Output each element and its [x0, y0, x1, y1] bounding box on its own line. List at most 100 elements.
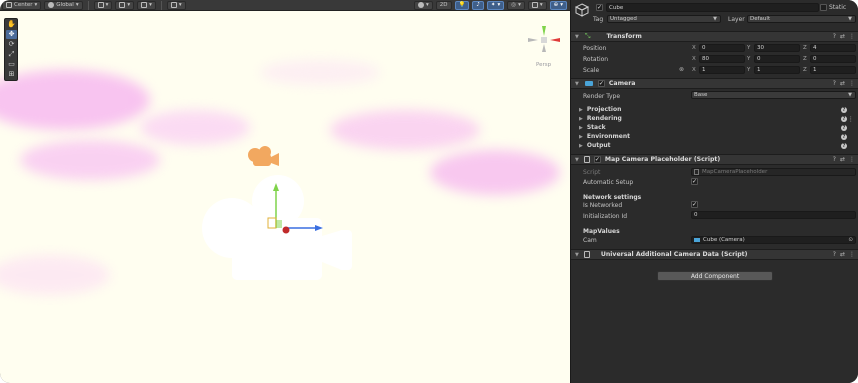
effects-toggle[interactable]: ✦ ▾	[486, 0, 505, 10]
shading-mode-button[interactable]: ▾	[414, 0, 433, 10]
move-gizmo[interactable]	[262, 180, 326, 236]
position-y-label[interactable]: Y	[747, 45, 750, 51]
more-menu-icon[interactable]: ⋮	[849, 33, 855, 40]
chevron-down-icon: ▼	[848, 16, 852, 22]
help-icon[interactable]: ?	[841, 106, 847, 113]
rect-icon: ▭	[8, 60, 15, 68]
camera-header[interactable]: ▼ ✓ Camera ? ⇄ ⋮	[571, 78, 858, 89]
position-y-field[interactable]: 30	[754, 44, 800, 52]
object-picker-icon[interactable]: ⊙	[848, 237, 853, 243]
preset-icon[interactable]: ⇄	[840, 80, 845, 87]
tag-dropdown[interactable]: Untagged ▼	[607, 15, 721, 23]
move-plane-handle[interactable]	[267, 217, 277, 229]
hand-tool-button[interactable]: ✋	[6, 20, 17, 29]
camera-enabled-checkbox[interactable]: ✓	[597, 80, 605, 87]
rect-tool-button[interactable]: ▭	[6, 60, 17, 69]
add-component-button[interactable]: Add Component	[657, 271, 773, 281]
rotation-z-field[interactable]: 0	[810, 55, 856, 63]
scale-y-label[interactable]: Y	[747, 67, 750, 73]
help-icon[interactable]: ?	[841, 124, 847, 131]
more-menu-icon[interactable]: ⋮	[849, 251, 855, 258]
rotation-y-label[interactable]: Y	[747, 56, 750, 62]
layer-dropdown[interactable]: Default ▼	[747, 15, 856, 23]
audio-toggle[interactable]: ♪	[472, 0, 484, 10]
cam-object-field[interactable]: Cube (Camera) ⊙	[691, 236, 856, 244]
position-x-label[interactable]: X	[692, 45, 696, 51]
scale-z-field[interactable]: 1	[810, 66, 856, 74]
snap-toggle-button[interactable]: ▾	[115, 0, 135, 10]
map-camera-placeholder-header[interactable]: ▼ ✓ Map Camera Placeholder (Script) ? ⇄ …	[571, 154, 858, 165]
help-icon[interactable]: ?	[841, 133, 847, 140]
scale-tool-button[interactable]: ⤢	[6, 50, 17, 59]
lighting-toggle[interactable]: 💡	[454, 0, 470, 10]
camera-section-environment[interactable]: ▶ Environment ?	[575, 132, 855, 141]
space-mode-dropdown[interactable]: Global ▾	[44, 0, 83, 10]
pivot-mode-dropdown[interactable]: Center ▾	[2, 0, 42, 10]
scale-x-label[interactable]: X	[692, 67, 696, 73]
gizmos-toggle[interactable]: ⊕ ▾	[549, 0, 567, 10]
object-active-checkbox[interactable]: ✓	[596, 4, 603, 11]
scale-z-label[interactable]: Z	[803, 67, 807, 73]
initialization-id-field[interactable]: 0	[691, 211, 856, 219]
move-z-handle[interactable]	[315, 225, 323, 231]
automatic-setup-checkbox[interactable]: ✓	[691, 178, 698, 185]
link-icon[interactable]: ⊗	[679, 66, 684, 73]
increment-snap-button[interactable]: ▾	[137, 0, 156, 10]
is-networked-checkbox[interactable]: ✓	[691, 201, 698, 208]
more-menu-icon[interactable]: ⋮	[849, 80, 855, 87]
position-x-field[interactable]: 0	[699, 44, 745, 52]
position-z-field[interactable]: 4	[810, 44, 856, 52]
urp-camera-data-header[interactable]: ▼ Universal Additional Camera Data (Scri…	[571, 249, 858, 260]
transform-tool-button[interactable]: ⊞	[6, 70, 17, 79]
help-icon[interactable]: ?	[833, 80, 836, 87]
hidden-objects-toggle[interactable]: ◎ ▾	[507, 0, 525, 10]
position-y-value: 30	[757, 45, 764, 51]
more-menu-icon[interactable]: ⋮	[849, 156, 855, 163]
view-options-button[interactable]: ▾	[166, 0, 186, 10]
camera-section-projection[interactable]: ▶ Projection ?	[575, 105, 855, 114]
grid-toggle-button[interactable]: ▾	[93, 0, 113, 10]
placeholder-enabled-checkbox[interactable]: ✓	[593, 156, 601, 163]
transform-icon: ⤡	[584, 32, 591, 40]
rotation-z-label[interactable]: Z	[803, 56, 807, 62]
move-plane-handle-2[interactable]	[276, 220, 282, 228]
preset-icon[interactable]: ⇄	[840, 33, 845, 40]
perspective-label[interactable]: Persp	[536, 62, 551, 68]
help-icon[interactable]: ?	[833, 33, 836, 40]
camera-section-output[interactable]: ▶ Output ?	[575, 141, 855, 150]
rotate-tool-button[interactable]: ⟳	[6, 40, 17, 49]
camera-gizmo-icon[interactable]	[244, 144, 282, 170]
help-icon[interactable]: ?	[833, 251, 836, 258]
move-tool-button[interactable]: ✥	[6, 30, 17, 39]
scale-x-field[interactable]: 1	[699, 66, 745, 74]
rotation-x-label[interactable]: X	[692, 56, 696, 62]
preset-icon[interactable]: ⇄	[840, 156, 845, 163]
scale-y-field[interactable]: 1	[754, 66, 800, 74]
gizmo-neg-x-cone[interactable]	[528, 38, 538, 42]
more-menu-icon[interactable]: ⋮	[848, 115, 855, 123]
position-z-label[interactable]: Z	[803, 45, 807, 51]
gizmo-y-cone[interactable]	[542, 26, 546, 36]
help-icon[interactable]: ?	[841, 115, 847, 122]
help-icon[interactable]: ?	[833, 156, 836, 163]
script-icon	[583, 251, 590, 258]
gizmo-center-cube[interactable]	[541, 37, 547, 43]
rotation-y-field[interactable]: 0	[754, 55, 800, 63]
render-type-dropdown[interactable]: Base ▼	[691, 91, 856, 99]
rotation-x-field[interactable]: 80	[699, 55, 745, 63]
gizmo-x-cone[interactable]	[550, 38, 560, 42]
gizmo-neg-y-cone[interactable]	[542, 44, 546, 52]
scene-view[interactable]: Center ▾ Global ▾ ▾ ▾ ▾ ▾ ▾ 2D 💡 ♪ ✦ ▾ ◎ ▾…	[0, 0, 570, 383]
camera-settings-button[interactable]: ▾	[527, 0, 547, 10]
static-checkbox[interactable]	[820, 4, 827, 11]
space-mode-label: Global	[56, 2, 74, 8]
move-y-handle[interactable]	[273, 183, 279, 191]
transform-header[interactable]: ▼ ⤡ Transform ? ⇄ ⋮	[571, 31, 858, 42]
camera-section-rendering[interactable]: ▶ Rendering ? ⋮	[575, 114, 855, 123]
camera-section-stack[interactable]: ▶ Stack ?	[575, 123, 855, 132]
help-icon[interactable]: ?	[841, 142, 847, 149]
object-name-field[interactable]: Cube	[606, 3, 819, 12]
move-x-handle[interactable]	[282, 226, 290, 234]
mode-2d-toggle[interactable]: 2D	[435, 0, 452, 10]
preset-icon[interactable]: ⇄	[840, 251, 845, 258]
